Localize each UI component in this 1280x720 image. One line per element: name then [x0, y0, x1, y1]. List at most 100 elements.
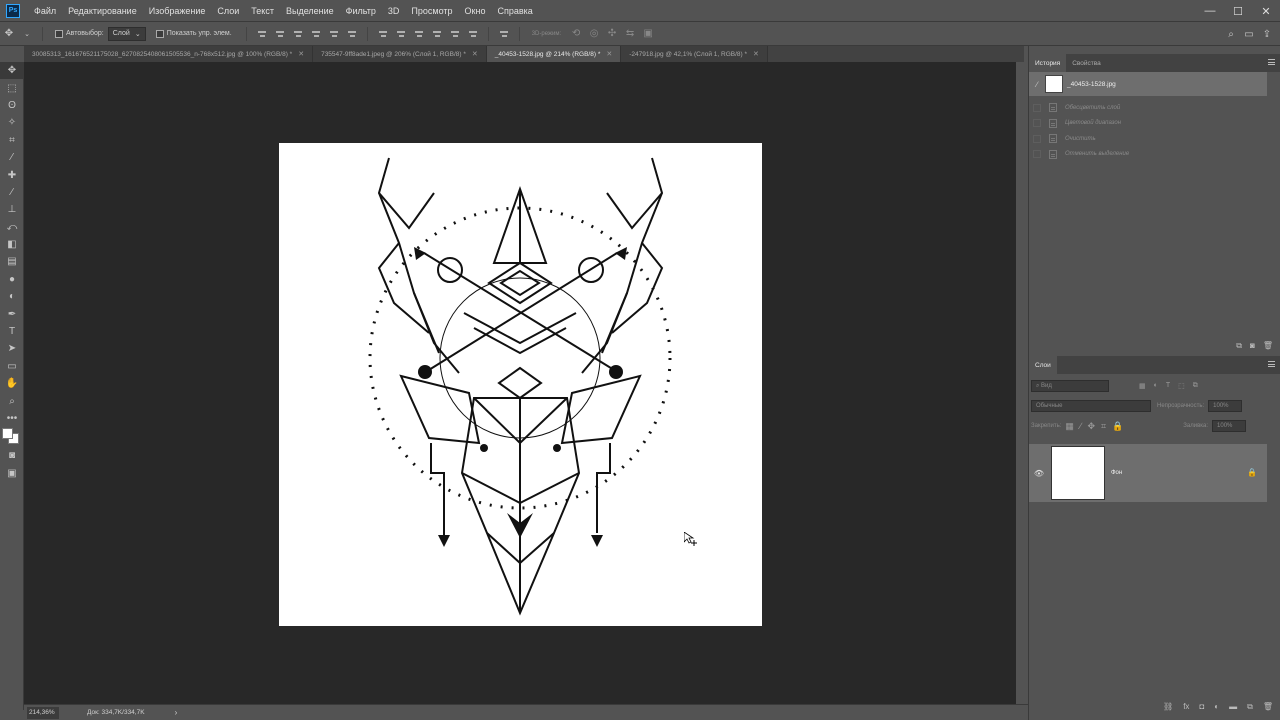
- menu-filter[interactable]: Фильтр: [340, 0, 382, 22]
- filter-smart-icon[interactable]: ⧉: [1193, 382, 1198, 390]
- history-item[interactable]: Цветовой диапазон: [1029, 116, 1267, 132]
- autoselect-checkbox[interactable]: [55, 29, 63, 38]
- new-document-icon[interactable]: ⧉: [1236, 341, 1242, 351]
- trash-icon[interactable]: 🗑: [1263, 341, 1273, 351]
- menu-image[interactable]: Изображение: [143, 0, 212, 22]
- new-layer-icon[interactable]: ⧉: [1247, 702, 1253, 712]
- eraser-tool-icon[interactable]: ◧: [0, 236, 24, 253]
- blur-tool-icon[interactable]: ●: [0, 271, 24, 288]
- filter-adjust-icon[interactable]: ◐: [1154, 382, 1158, 390]
- folder-icon[interactable]: ▬: [1229, 702, 1237, 712]
- mask-icon[interactable]: ◘: [1199, 702, 1204, 712]
- document-canvas[interactable]: [279, 143, 762, 626]
- shape-tool-icon[interactable]: ▭: [0, 358, 24, 375]
- menu-window[interactable]: Окно: [459, 0, 492, 22]
- distribute-left-icon[interactable]: [432, 29, 442, 39]
- chevron-down-icon[interactable]: ⌄: [18, 26, 36, 42]
- menu-view[interactable]: Просмотр: [405, 0, 458, 22]
- lock-paint-icon[interactable]: ∕: [1080, 421, 1082, 431]
- align-bottom-icon[interactable]: [293, 29, 303, 39]
- screen-mode-icon[interactable]: ▣: [0, 465, 24, 482]
- 3d-rotate-icon[interactable]: ⟲: [567, 26, 585, 42]
- blend-mode-dropdown[interactable]: Обычные: [1031, 400, 1151, 412]
- fx-icon[interactable]: fx: [1183, 702, 1189, 712]
- color-swatch[interactable]: [0, 427, 24, 447]
- brush-tool-icon[interactable]: ∕: [0, 184, 24, 201]
- close-icon[interactable]: ✕: [298, 50, 304, 58]
- eyedropper-tool-icon[interactable]: ⁄: [0, 149, 24, 166]
- marquee-tool-icon[interactable]: ⬚: [0, 79, 24, 96]
- menu-select[interactable]: Выделение: [280, 0, 340, 22]
- menu-file[interactable]: Файл: [28, 0, 62, 22]
- opacity-input[interactable]: 100%: [1208, 400, 1243, 412]
- menu-type[interactable]: Текст: [245, 0, 280, 22]
- tab-properties[interactable]: Свойства: [1066, 54, 1107, 72]
- healing-brush-tool-icon[interactable]: ✚: [0, 166, 24, 183]
- 3d-scale-icon[interactable]: ▣: [639, 26, 657, 42]
- status-menu-arrow[interactable]: ›: [175, 708, 178, 717]
- pen-tool-icon[interactable]: ✒: [0, 305, 24, 322]
- close-button[interactable]: ✕: [1252, 0, 1280, 22]
- adjustment-icon[interactable]: ◐: [1214, 702, 1219, 712]
- align-hcenter-icon[interactable]: [329, 29, 339, 39]
- auto-align-icon[interactable]: [499, 29, 509, 39]
- move-tool-preset-icon[interactable]: ✥: [0, 26, 18, 42]
- distribute-vcenter-icon[interactable]: [396, 29, 406, 39]
- lock-transparent-icon[interactable]: ▦: [1065, 421, 1074, 432]
- more-tools-icon[interactable]: •••: [0, 410, 24, 427]
- menu-3d[interactable]: 3D: [382, 0, 406, 22]
- filter-text-icon[interactable]: T: [1166, 382, 1170, 390]
- lock-artboard-icon[interactable]: ⌗: [1101, 421, 1106, 432]
- close-icon[interactable]: ✕: [472, 50, 478, 58]
- filter-pixel-icon[interactable]: ▦: [1139, 382, 1146, 390]
- distribute-hcenter-icon[interactable]: [450, 29, 460, 39]
- text-tool-icon[interactable]: T: [0, 323, 24, 340]
- align-top-icon[interactable]: [257, 29, 267, 39]
- history-brush-tool-icon[interactable]: ⤺: [0, 219, 24, 236]
- history-checkbox[interactable]: [1033, 134, 1041, 143]
- tab-history[interactable]: История: [1029, 54, 1067, 72]
- tab-document-2[interactable]: 735547-9ff8ade1.jpeg @ 206% (Слой 1, RGB…: [313, 46, 487, 62]
- fill-input[interactable]: 100%: [1212, 420, 1247, 432]
- trash-icon[interactable]: 🗑: [1263, 702, 1273, 712]
- canvas-area[interactable]: [24, 62, 1016, 704]
- minimize-button[interactable]: —: [1196, 0, 1224, 22]
- search-icon[interactable]: ⌕: [1222, 26, 1240, 42]
- lock-all-icon[interactable]: 🔒: [1112, 421, 1123, 432]
- layer-row[interactable]: 👁 Фон 🔒: [1029, 444, 1267, 502]
- tab-layers[interactable]: Слои: [1029, 356, 1057, 374]
- history-item[interactable]: Отменить выделение: [1029, 147, 1267, 163]
- history-item[interactable]: Обесцветить слой: [1029, 100, 1267, 116]
- hand-tool-icon[interactable]: ✋: [0, 375, 24, 392]
- menu-layers[interactable]: Слои: [211, 0, 245, 22]
- history-checkbox[interactable]: [1033, 150, 1041, 159]
- tab-document-1[interactable]: 30085313_1616765211750​28_62708254080615…: [24, 46, 314, 62]
- dodge-tool-icon[interactable]: ◐: [0, 288, 24, 305]
- 3d-roll-icon[interactable]: ◎: [585, 26, 603, 42]
- distribute-right-icon[interactable]: [468, 29, 478, 39]
- eye-icon[interactable]: 👁: [1029, 469, 1049, 478]
- lock-move-icon[interactable]: ✥: [1087, 421, 1095, 432]
- maximize-button[interactable]: ☐: [1224, 0, 1252, 22]
- camera-icon[interactable]: ◙: [1250, 341, 1255, 351]
- menu-edit[interactable]: Редактирование: [62, 0, 143, 22]
- layer-search-input[interactable]: ⌕ Вид: [1031, 380, 1109, 392]
- align-vcenter-icon[interactable]: [275, 29, 285, 39]
- panel-menu-icon[interactable]: [1268, 59, 1275, 65]
- history-item[interactable]: Очистить: [1029, 131, 1267, 147]
- gradient-tool-icon[interactable]: ▤: [0, 253, 24, 270]
- path-selection-tool-icon[interactable]: ➤: [0, 340, 24, 357]
- 3d-slide-icon[interactable]: ⇆: [621, 26, 639, 42]
- history-checkbox[interactable]: [1033, 103, 1041, 112]
- zoom-tool-icon[interactable]: ⌕: [0, 392, 24, 409]
- share-icon[interactable]: ⇪: [1258, 26, 1276, 42]
- move-tool-icon[interactable]: ✥: [0, 62, 24, 80]
- link-icon[interactable]: ⛓: [1163, 702, 1173, 712]
- align-right-icon[interactable]: [347, 29, 357, 39]
- stamp-tool-icon[interactable]: ⊥: [0, 201, 24, 218]
- lasso-tool-icon[interactable]: ʘ: [0, 97, 24, 114]
- autoselect-dropdown[interactable]: Слой ⌄: [107, 26, 146, 41]
- tab-document-4[interactable]: -247918.jpg @ 42,1% (Слой 1, RGB/8) * ✕: [621, 46, 768, 62]
- crop-tool-icon[interactable]: ⌗: [0, 132, 24, 149]
- close-icon[interactable]: ✕: [753, 50, 759, 58]
